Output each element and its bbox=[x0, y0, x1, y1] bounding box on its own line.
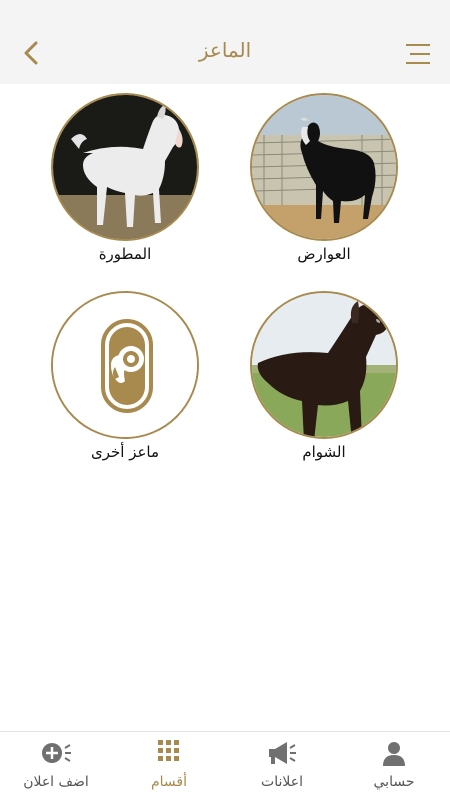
ram-logo-icon bbox=[53, 293, 197, 437]
category-label: العوارض bbox=[297, 245, 351, 263]
hamburger-menu-icon bbox=[406, 44, 430, 64]
nav-label: حسابي bbox=[373, 774, 415, 790]
category-label: المطورة bbox=[98, 245, 152, 263]
nav-add-ad[interactable]: اضف اعلان bbox=[0, 732, 112, 800]
megaphone-icon bbox=[226, 740, 338, 766]
category-label: الشوام bbox=[302, 443, 346, 461]
category-image bbox=[51, 93, 199, 241]
nav-label: اضف اعلان bbox=[23, 774, 89, 790]
category-awaredh[interactable]: العوارض bbox=[244, 93, 404, 263]
goat-brown-photo bbox=[252, 293, 396, 437]
grid-icon bbox=[113, 740, 225, 766]
menu-button[interactable] bbox=[404, 42, 432, 66]
nav-ads[interactable]: اعلانات bbox=[226, 732, 338, 800]
goat-white-photo bbox=[53, 95, 197, 239]
nav-categories[interactable]: أقسام bbox=[113, 732, 225, 800]
user-icon bbox=[338, 740, 450, 766]
page-title: الماعز bbox=[198, 38, 252, 62]
goat-black-longhair-photo bbox=[252, 95, 396, 239]
category-mutawara[interactable]: المطورة bbox=[45, 93, 205, 263]
top-bar: الماعز bbox=[0, 0, 450, 84]
nav-account[interactable]: حسابي bbox=[338, 732, 450, 800]
nav-label: اعلانات bbox=[261, 774, 303, 790]
nav-label: أقسام bbox=[150, 774, 187, 790]
category-label: ماعز أخرى bbox=[90, 443, 160, 461]
category-image bbox=[51, 291, 199, 439]
bottom-navigation: حسابي اعلانات أقسام اضف اعلان bbox=[0, 731, 450, 800]
category-image bbox=[250, 93, 398, 241]
category-image bbox=[250, 291, 398, 439]
category-shawam[interactable]: الشوام bbox=[244, 291, 404, 461]
category-other-goats[interactable]: ماعز أخرى bbox=[45, 291, 205, 461]
add-ad-icon bbox=[0, 740, 112, 766]
